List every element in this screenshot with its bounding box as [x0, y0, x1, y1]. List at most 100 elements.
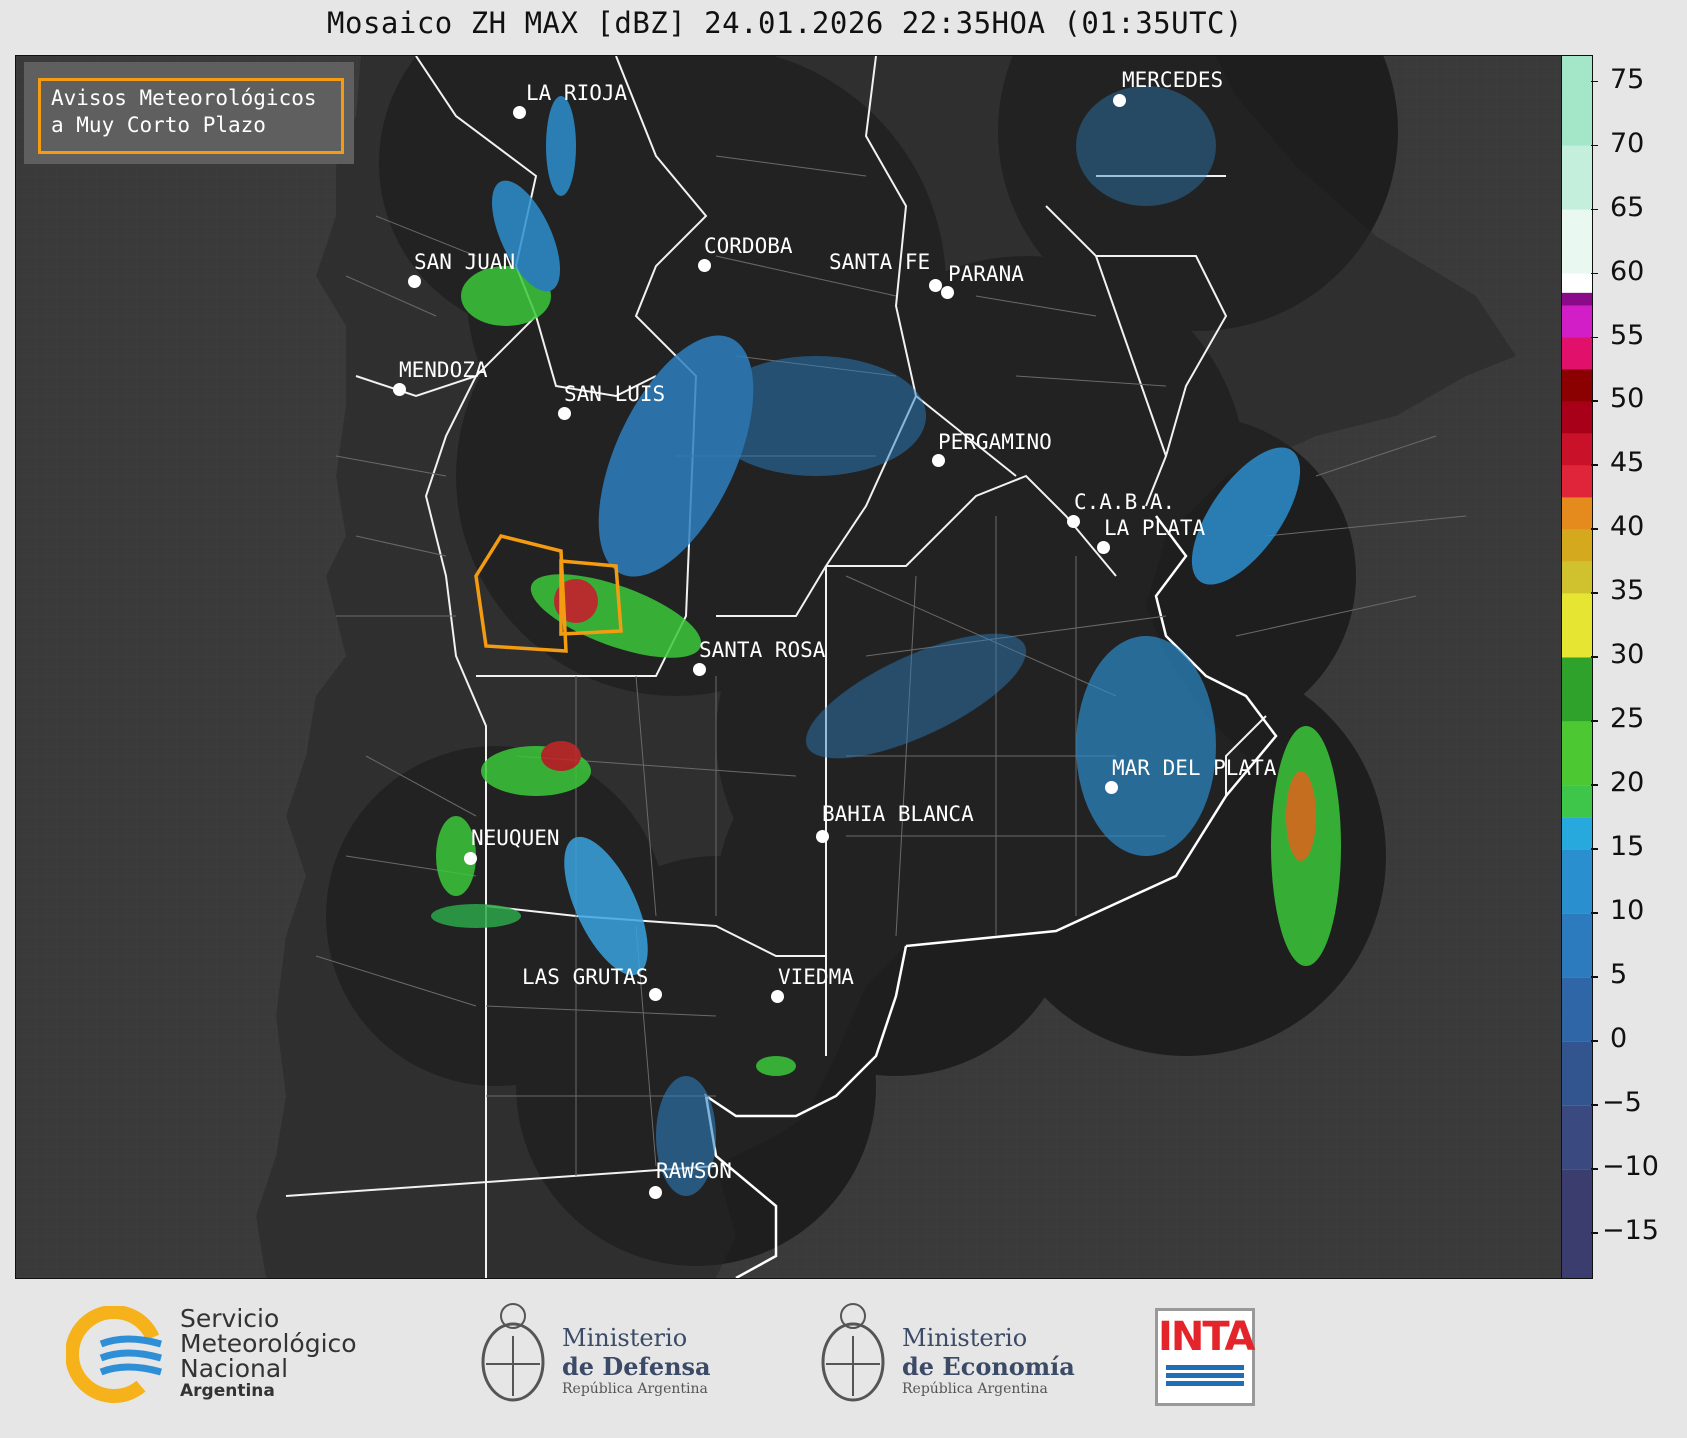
smn-l3: Nacional — [180, 1354, 289, 1383]
city-label: C.A.B.A. — [1074, 490, 1176, 514]
defensa-l1: Ministerio — [562, 1324, 688, 1352]
colorbar-tick-line — [1591, 464, 1598, 466]
legend-line2: a Muy Corto Plazo — [51, 113, 266, 137]
radar-map[interactable]: Avisos Meteorológicos a Muy Corto Plazo … — [15, 55, 1562, 1279]
city-label: LA RIOJA — [526, 81, 628, 105]
colorbar-segment — [1562, 1105, 1592, 1170]
defensa-l2: de Defensa — [562, 1352, 711, 1381]
colorbar-segment — [1562, 977, 1592, 1042]
smn-logo-icon — [66, 1306, 163, 1403]
colorbar-tick-line — [1591, 592, 1598, 594]
colorbar-tick-label: 5 — [1610, 959, 1628, 991]
city-dot — [408, 275, 421, 288]
colorbar-tick-line — [1591, 1104, 1598, 1106]
colorbar-tick-line — [1591, 720, 1598, 722]
colorbar-segment — [1562, 913, 1592, 978]
colorbar-segment — [1562, 401, 1592, 434]
city-label: LAS GRUTAS — [522, 965, 649, 989]
city-dot — [929, 279, 942, 292]
city-dot — [649, 988, 662, 1001]
city-dot — [558, 407, 571, 420]
map-title: Mosaico ZH MAX [dBZ] 24.01.2026 22:35HOA… — [327, 6, 1243, 40]
colorbar-segment — [1562, 497, 1592, 530]
economia-l2: de Economía — [902, 1352, 1075, 1381]
colorbar-tick-line — [1591, 912, 1598, 914]
inta-text: INTA — [1158, 1314, 1256, 1360]
colorbar-tick-label: −5 — [1602, 1087, 1642, 1119]
colorbar-tick-line — [1591, 528, 1598, 530]
colorbar-tick-label: 40 — [1610, 511, 1645, 543]
colorbar-tick-label: 10 — [1610, 895, 1645, 927]
city-dot — [393, 383, 406, 396]
smn-logo-text: Servicio Meteorológico Nacional Argentin… — [180, 1306, 357, 1401]
defensa-logo-text: Ministerio de Defensa República Argentin… — [562, 1324, 711, 1397]
city-dot — [941, 286, 954, 299]
colorbar-segment — [1562, 56, 1592, 146]
colorbar-svg — [1562, 56, 1592, 1278]
colorbar-segment — [1562, 465, 1592, 498]
colorbar-tick-line — [1591, 400, 1598, 402]
colorbar-segment — [1562, 209, 1592, 274]
city-dot — [1097, 541, 1110, 554]
colorbar-tick-line — [1591, 656, 1598, 658]
colorbar-tick-line — [1591, 1232, 1598, 1234]
city-dot — [1067, 515, 1080, 528]
colorbar-segment — [1562, 785, 1592, 818]
colorbar-tick-label: 15 — [1610, 831, 1645, 863]
colorbar-segment — [1562, 292, 1592, 306]
colorbar-segment — [1562, 337, 1592, 370]
city-label: SANTA ROSA — [699, 638, 826, 662]
colorbar-tick-label: 75 — [1610, 63, 1645, 95]
smn-l4: Argentina — [180, 1381, 275, 1401]
colorbar-segment — [1562, 1169, 1592, 1278]
city-label: VIEDMA — [778, 965, 854, 989]
colorbar-tick-label: 60 — [1610, 255, 1645, 287]
colorbar-tick-line — [1591, 1040, 1598, 1042]
city-dot — [464, 852, 477, 865]
colorbar-segment — [1562, 529, 1592, 562]
economia-logo-text: Ministerio de Economía República Argenti… — [902, 1324, 1075, 1397]
colorbar-tick-label: −15 — [1602, 1215, 1659, 1247]
colorbar-tick-label: 65 — [1610, 191, 1645, 223]
colorbar-tick-label: 20 — [1610, 767, 1645, 799]
colorbar-segment — [1562, 721, 1592, 786]
colorbar-tick-line — [1591, 144, 1598, 147]
smn-l1: Servicio — [180, 1304, 280, 1333]
city-dot — [771, 990, 784, 1003]
colorbar-segment — [1562, 593, 1592, 658]
colorbar-tick-label: 45 — [1610, 447, 1645, 479]
city-label: PERGAMINO — [938, 430, 1052, 454]
colorbar-segment — [1562, 433, 1592, 466]
city-dot — [1113, 94, 1126, 107]
city-label: RAWSON — [656, 1159, 732, 1183]
colorbar-tick-line — [1591, 208, 1598, 211]
colorbar-tick-line — [1591, 848, 1598, 850]
city-dot — [513, 106, 526, 119]
colorbar-tick-line — [1591, 272, 1598, 275]
legend-line1: Avisos Meteorológicos — [51, 86, 317, 110]
city-dot — [1105, 781, 1118, 794]
colorbar-segment — [1562, 145, 1592, 210]
smn-l2: Meteorológico — [180, 1329, 357, 1358]
economia-coat-of-arms-icon — [821, 1303, 885, 1402]
colorbar-segment — [1562, 369, 1592, 402]
colorbar-tick-line — [1591, 80, 1598, 83]
city-label: MERCEDES — [1122, 68, 1224, 92]
city-label: SANTA FE — [829, 250, 931, 274]
economia-l3: República Argentina — [902, 1381, 1048, 1397]
city-label: PARANA — [948, 262, 1024, 286]
colorbar-segment — [1562, 817, 1592, 850]
city-dot — [932, 454, 945, 467]
city-label: SAN LUIS — [564, 382, 666, 406]
city-label: MAR DEL PLATA — [1112, 756, 1277, 780]
colorbar-tick-line — [1591, 336, 1598, 338]
colorbar-segment — [1562, 657, 1592, 722]
city-label: LA PLATA — [1104, 516, 1206, 540]
city-dot — [693, 663, 706, 676]
colorbar-tick-line — [1591, 976, 1598, 978]
city-label: BAHIA BLANCA — [822, 802, 974, 826]
city-label: CORDOBA — [704, 234, 793, 258]
colorbar-tick-label: 70 — [1610, 127, 1645, 159]
city-label: MENDOZA — [399, 358, 488, 382]
defensa-l3: República Argentina — [562, 1381, 708, 1397]
